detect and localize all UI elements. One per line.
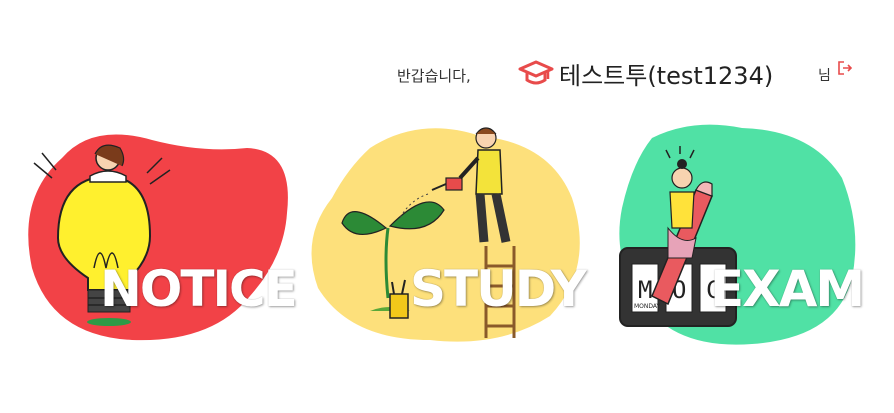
calendar-day-label: MONDAY — [634, 303, 661, 310]
exam-label: EXAM — [710, 260, 865, 318]
logout-icon[interactable] — [837, 60, 853, 76]
graduation-cap-icon — [518, 60, 554, 85]
study-menu-card[interactable]: STUDY — [310, 118, 590, 348]
exam-menu-card[interactable]: M O C MONDAY EXAM — [612, 118, 867, 348]
notice-menu-card[interactable]: NOTICE — [22, 118, 302, 348]
user-name: 테스트투(test1234) — [559, 62, 774, 90]
calendar-month-letter: M — [638, 276, 652, 304]
notice-label: NOTICE — [100, 260, 298, 318]
study-label: STUDY — [410, 260, 587, 318]
user-honorific: 님 — [818, 68, 831, 84]
greeting-text: 반갑습니다, — [397, 67, 471, 85]
user-greeting: 반갑습니다, 테스트투(test1234) 님 — [0, 52, 894, 96]
